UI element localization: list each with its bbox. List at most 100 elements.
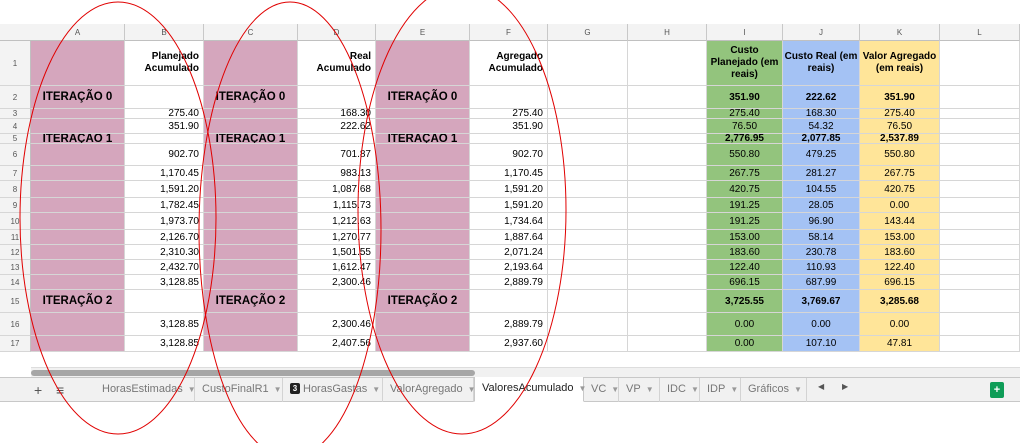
- cell-l[interactable]: [940, 134, 1020, 144]
- cell-e[interactable]: [376, 198, 470, 213]
- cell-l[interactable]: [940, 86, 1020, 109]
- planejado-acumulado-value[interactable]: 1,170.45: [125, 166, 204, 181]
- agregado-acumulado-value[interactable]: 275.40: [470, 109, 548, 119]
- custo-planejado-value[interactable]: 183.60: [707, 245, 783, 260]
- custo-planejado-value[interactable]: 76.50: [707, 119, 783, 134]
- cell-d[interactable]: [298, 134, 376, 144]
- cell-f[interactable]: [470, 290, 548, 313]
- cell-a[interactable]: [31, 181, 125, 198]
- agregado-acumulado-value[interactable]: 1,591.20: [470, 198, 548, 213]
- custo-planejado-value[interactable]: 122.40: [707, 260, 783, 275]
- iteration-label[interactable]: ITERAÇÃO 0: [204, 86, 298, 109]
- tab-menu-chevron-down-icon[interactable]: ▼: [730, 385, 738, 394]
- row-header[interactable]: 6: [0, 144, 31, 166]
- real-acumulado-value[interactable]: 1,270.77: [298, 230, 376, 245]
- all-sheets-list-button[interactable]: ≡: [56, 381, 64, 399]
- row-header[interactable]: 12: [0, 245, 31, 260]
- valor-agregado-value[interactable]: 122.40: [860, 260, 940, 275]
- custo-planejado-value[interactable]: 191.25: [707, 198, 783, 213]
- cell-g[interactable]: [548, 313, 628, 336]
- planejado-acumulado-value[interactable]: 1,782.45: [125, 198, 204, 213]
- real-acumulado-value[interactable]: 701.87: [298, 144, 376, 166]
- custo-real-value[interactable]: 96.90: [783, 213, 860, 230]
- valor-agregado-value[interactable]: 420.75: [860, 181, 940, 198]
- cell-b[interactable]: [125, 86, 204, 109]
- cell-c[interactable]: [204, 230, 298, 245]
- real-acumulado-value[interactable]: 168.30: [298, 109, 376, 119]
- cell-a[interactable]: [31, 213, 125, 230]
- cell-g1[interactable]: [548, 41, 628, 86]
- row-header[interactable]: 14: [0, 275, 31, 290]
- row-header[interactable]: 11: [0, 230, 31, 245]
- cell-e[interactable]: [376, 260, 470, 275]
- cell-a[interactable]: [31, 275, 125, 290]
- cell-c[interactable]: [204, 313, 298, 336]
- row-header[interactable]: 8: [0, 181, 31, 198]
- cell-c1[interactable]: [204, 41, 298, 86]
- cell-l[interactable]: [940, 313, 1020, 336]
- cell-c[interactable]: [204, 336, 298, 352]
- column-header-f[interactable]: F: [470, 24, 548, 41]
- cell-e[interactable]: [376, 230, 470, 245]
- cell-e[interactable]: [376, 275, 470, 290]
- planejado-acumulado-value[interactable]: 351.90: [125, 119, 204, 134]
- planejado-acumulado-value[interactable]: 1,973.70: [125, 213, 204, 230]
- valor-agregado-value[interactable]: 275.40: [860, 109, 940, 119]
- agregado-acumulado-value[interactable]: 1,170.45: [470, 166, 548, 181]
- valor-agregado-value[interactable]: 0.00: [860, 313, 940, 336]
- cell-l[interactable]: [940, 119, 1020, 134]
- cell-h[interactable]: [628, 119, 707, 134]
- row-header[interactable]: 15: [0, 290, 31, 313]
- custo-real-value[interactable]: 107.10: [783, 336, 860, 352]
- cell-a[interactable]: [31, 166, 125, 181]
- planejado-acumulado-value[interactable]: 3,128.85: [125, 336, 204, 352]
- valor-agregado-value[interactable]: 2,537.89: [860, 134, 940, 144]
- custo-planejado-value[interactable]: 267.75: [707, 166, 783, 181]
- cell-c[interactable]: [204, 119, 298, 134]
- agregado-acumulado-value[interactable]: 902.70: [470, 144, 548, 166]
- valor-agregado-value[interactable]: 76.50: [860, 119, 940, 134]
- cell-e[interactable]: [376, 166, 470, 181]
- sheet-tab-vp[interactable]: VP ▼: [619, 378, 660, 402]
- agregado-acumulado-value[interactable]: 2,889.79: [470, 313, 548, 336]
- cell-l[interactable]: [940, 198, 1020, 213]
- cell-c[interactable]: [204, 260, 298, 275]
- agregado-acumulado-value[interactable]: 2,071.24: [470, 245, 548, 260]
- row-header[interactable]: 4: [0, 119, 31, 134]
- sheet-tab-vc[interactable]: VC ▼: [584, 378, 619, 402]
- cell-h[interactable]: [628, 245, 707, 260]
- cell-l[interactable]: [940, 213, 1020, 230]
- cell-h[interactable]: [628, 109, 707, 119]
- cell-e[interactable]: [376, 109, 470, 119]
- custo-real-value[interactable]: 104.55: [783, 181, 860, 198]
- cell-e[interactable]: [376, 245, 470, 260]
- cell-l[interactable]: [940, 275, 1020, 290]
- cell-e[interactable]: [376, 144, 470, 166]
- agregado-acumulado-value[interactable]: 2,937.60: [470, 336, 548, 352]
- cell-a[interactable]: [31, 144, 125, 166]
- horizontal-scrollbar[interactable]: [31, 367, 1020, 377]
- row-header[interactable]: 7: [0, 166, 31, 181]
- cell-a[interactable]: [31, 245, 125, 260]
- cell-h[interactable]: [628, 181, 707, 198]
- real-acumulado-value[interactable]: 1,087.68: [298, 181, 376, 198]
- custo-real-value[interactable]: 222.62: [783, 86, 860, 109]
- agregado-acumulado-value[interactable]: 1,734.64: [470, 213, 548, 230]
- cell-e1[interactable]: [376, 41, 470, 86]
- custo-planejado-value[interactable]: 696.15: [707, 275, 783, 290]
- custo-planejado-value[interactable]: 0.00: [707, 336, 783, 352]
- cell-c[interactable]: [204, 144, 298, 166]
- valor-agregado-value[interactable]: 153.00: [860, 230, 940, 245]
- column-header-j[interactable]: J: [783, 24, 860, 41]
- cell-d1-real-acumulado[interactable]: Real Acumulado: [298, 41, 376, 86]
- row-header[interactable]: 17: [0, 336, 31, 352]
- valor-agregado-value[interactable]: 47.81: [860, 336, 940, 352]
- custo-planejado-value[interactable]: 351.90: [707, 86, 783, 109]
- valor-agregado-value[interactable]: 696.15: [860, 275, 940, 290]
- custo-planejado-value[interactable]: 2,776.95: [707, 134, 783, 144]
- real-acumulado-value[interactable]: 1,612.47: [298, 260, 376, 275]
- agregado-acumulado-value[interactable]: 1,887.64: [470, 230, 548, 245]
- custo-real-value[interactable]: 479.25: [783, 144, 860, 166]
- cell-c[interactable]: [204, 245, 298, 260]
- cell-a[interactable]: [31, 230, 125, 245]
